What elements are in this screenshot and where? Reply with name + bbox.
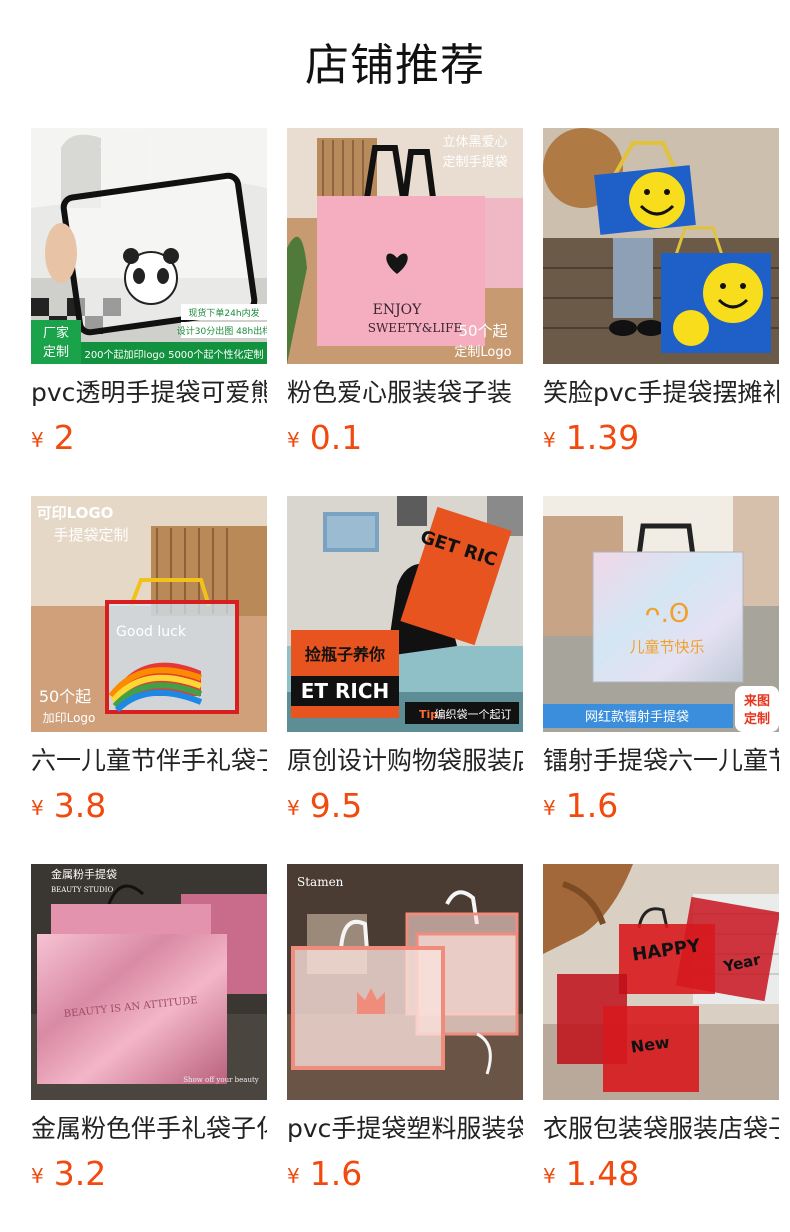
product-price: ¥1.6 bbox=[543, 786, 618, 826]
product-card[interactable]: Good luck 可印LOGO 手提袋定制 50个起 加印Logo 六一儿童节… bbox=[31, 496, 267, 836]
product-card[interactable]: Stamen pvc手提袋塑料服装袋 ¥1.6 bbox=[287, 864, 523, 1204]
product-title[interactable]: 原创设计购物袋服装店 bbox=[287, 744, 523, 778]
price-amount: 3.8 bbox=[53, 786, 107, 825]
product-title[interactable]: 粉色爱心服装袋子装 bbox=[287, 376, 523, 410]
product-image[interactable] bbox=[543, 128, 779, 364]
product-image[interactable]: BEAUTY IS AN ATTITUDE 金属粉手提袋 BEAUTY STUD… bbox=[31, 864, 267, 1100]
image-promo-text: 定制手提袋 bbox=[442, 154, 507, 170]
product-image[interactable]: GET RIC 捡瓶子养你 ET RICH Tip 编织袋一个起订 bbox=[287, 496, 523, 732]
price-amount: 3.2 bbox=[53, 1154, 107, 1193]
price-amount: 0.1 bbox=[309, 418, 363, 457]
product-image[interactable]: 厂家 定制 200个起加印logo 5000个起个性化定制 现货下单24h内发 … bbox=[31, 128, 267, 364]
price-amount: 1.39 bbox=[565, 418, 640, 457]
product-card[interactable]: ENJOY SWEETY&LIFE 立体黑爱心 定制手提袋 50个起 定制Log… bbox=[287, 128, 523, 468]
currency-symbol: ¥ bbox=[31, 1164, 44, 1188]
product-title[interactable]: 镭射手提袋六一儿童节 bbox=[543, 744, 779, 778]
price-amount: 9.5 bbox=[309, 786, 363, 825]
product-price: ¥9.5 bbox=[287, 786, 362, 826]
price-amount: 1.6 bbox=[565, 786, 619, 825]
product-price: ¥1.48 bbox=[543, 1154, 639, 1194]
price-amount: 2 bbox=[53, 418, 75, 457]
image-bag-text: Good luck bbox=[116, 624, 187, 640]
product-card[interactable]: BEAUTY IS AN ATTITUDE 金属粉手提袋 BEAUTY STUD… bbox=[31, 864, 267, 1204]
price-amount: 1.48 bbox=[565, 1154, 640, 1193]
product-card[interactable]: ᴖ.ʘ 儿童节快乐 网红款镭射手提袋 来图 定制 镭射手提袋六一儿童节 ¥1.6 bbox=[543, 496, 779, 836]
image-promo-text: 定制 bbox=[743, 711, 770, 727]
product-image[interactable]: HAPPY New Year bbox=[543, 864, 779, 1100]
product-price: ¥3.8 bbox=[31, 786, 106, 826]
image-bag-text: SWEETY&LIFE bbox=[368, 321, 462, 335]
currency-symbol: ¥ bbox=[287, 796, 300, 820]
page-header: 店铺推荐 bbox=[0, 0, 790, 128]
image-promo-text: 50个起 bbox=[458, 322, 507, 340]
price-amount: 1.6 bbox=[309, 1154, 363, 1193]
product-title[interactable]: 六一儿童节伴手礼袋子 bbox=[31, 744, 267, 778]
image-promo-text: 200个起加印logo 5000个起个性化定制 bbox=[84, 348, 263, 361]
product-image[interactable]: ENJOY SWEETY&LIFE 立体黑爱心 定制手提袋 50个起 定制Log… bbox=[287, 128, 523, 364]
image-promo-text: 编织袋一个起订 bbox=[435, 707, 512, 721]
product-title[interactable]: 笑脸pvc手提袋摆摊补 bbox=[543, 376, 779, 410]
image-promo-text: 立体黑爱心 bbox=[442, 135, 507, 150]
image-bag-text: 儿童节快乐 bbox=[629, 638, 704, 656]
product-price: ¥1.39 bbox=[543, 418, 639, 458]
product-title[interactable]: pvc透明手提袋可爱熊 bbox=[31, 376, 267, 410]
currency-symbol: ¥ bbox=[31, 796, 44, 820]
currency-symbol: ¥ bbox=[543, 428, 556, 452]
image-bag-text: 捡瓶子养你 bbox=[305, 645, 385, 664]
currency-symbol: ¥ bbox=[543, 1164, 556, 1188]
product-image[interactable]: ᴖ.ʘ 儿童节快乐 网红款镭射手提袋 来图 定制 bbox=[543, 496, 779, 732]
image-brand-text: Stamen bbox=[297, 875, 344, 889]
product-image[interactable]: Stamen bbox=[287, 864, 523, 1100]
image-promo-text: 设计30分出图 48h出样 bbox=[177, 325, 267, 337]
image-promo-text: 可印LOGO bbox=[37, 504, 114, 522]
image-bag-text: ENJOY bbox=[373, 302, 423, 318]
product-card[interactable]: GET RIC 捡瓶子养你 ET RICH Tip 编织袋一个起订 原创设计购物… bbox=[287, 496, 523, 836]
image-promo-text: 金属粉手提袋 bbox=[51, 867, 117, 881]
image-promo-text: BEAUTY STUDIO bbox=[51, 886, 113, 894]
image-badge-text: 厂家 bbox=[43, 325, 69, 341]
product-price: ¥1.6 bbox=[287, 1154, 362, 1194]
page-title: 店铺推荐 bbox=[305, 40, 485, 91]
product-price: ¥2 bbox=[31, 418, 75, 458]
image-promo-text: 手提袋定制 bbox=[53, 526, 128, 544]
product-image[interactable]: Good luck 可印LOGO 手提袋定制 50个起 加印Logo bbox=[31, 496, 267, 732]
image-promo-text: 网红款镭射手提袋 bbox=[585, 709, 689, 725]
currency-symbol: ¥ bbox=[287, 428, 300, 452]
product-price: ¥3.2 bbox=[31, 1154, 106, 1194]
image-promo-text: 50个起 bbox=[39, 687, 91, 706]
product-price: ¥0.1 bbox=[287, 418, 362, 458]
currency-symbol: ¥ bbox=[31, 428, 44, 452]
product-title[interactable]: 金属粉色伴手礼袋子化 bbox=[31, 1112, 267, 1146]
image-badge-text: 定制 bbox=[43, 345, 69, 360]
product-title[interactable]: pvc手提袋塑料服装袋 bbox=[287, 1112, 523, 1146]
product-title[interactable]: 衣服包装袋服装店袋子 bbox=[543, 1112, 779, 1146]
currency-symbol: ¥ bbox=[543, 796, 556, 820]
image-promo-text: 加印Logo bbox=[43, 711, 96, 725]
image-promo-text: Show off your beauty bbox=[183, 1076, 259, 1084]
image-promo-text: 来图 bbox=[743, 693, 770, 709]
image-promo-text: 现货下单24h内发 bbox=[188, 307, 259, 319]
product-card[interactable]: HAPPY New Year 衣服包装袋服装店袋子 ¥1.48 bbox=[543, 864, 779, 1204]
svg-text:ᴖ.ʘ: ᴖ.ʘ bbox=[645, 599, 690, 629]
image-bag-text: ET RICH bbox=[301, 679, 390, 703]
currency-symbol: ¥ bbox=[287, 1164, 300, 1188]
product-card[interactable]: 厂家 定制 200个起加印logo 5000个起个性化定制 现货下单24h内发 … bbox=[31, 128, 267, 468]
product-card[interactable]: 笑脸pvc手提袋摆摊补 ¥1.39 bbox=[543, 128, 779, 468]
image-promo-text: 定制Logo bbox=[454, 345, 511, 360]
